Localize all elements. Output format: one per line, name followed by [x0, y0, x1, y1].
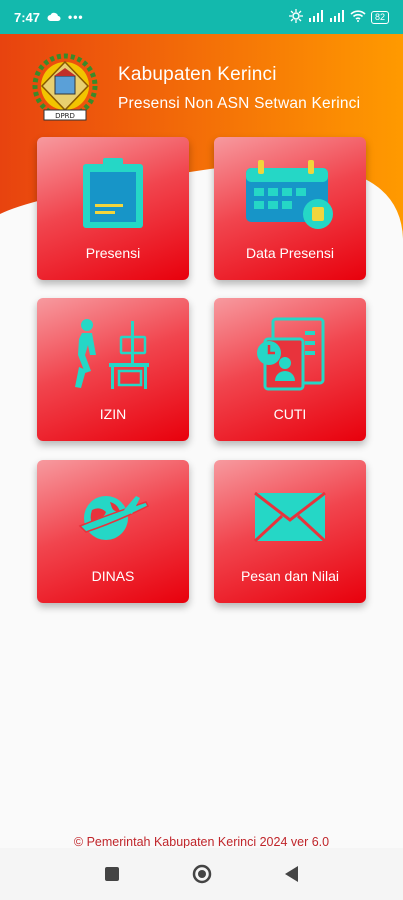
- tile-label-pesan-dan-nilai: Pesan dan Nilai: [240, 568, 340, 584]
- signal-icon-2: [329, 9, 345, 25]
- tile-label-dinas: DINAS: [91, 568, 135, 584]
- home-icon: [192, 864, 211, 884]
- network-activity-icon: [288, 8, 303, 26]
- home-button[interactable]: [157, 848, 247, 900]
- signal-icon: [308, 9, 324, 25]
- walking-person-desk-icon: [37, 316, 189, 394]
- menu-tile-cuti[interactable]: CUTI: [214, 298, 366, 441]
- cloud-icon: [47, 10, 61, 25]
- back-button[interactable]: [247, 848, 337, 900]
- wifi-icon: [350, 9, 366, 25]
- recents-icon: [104, 867, 119, 881]
- status-right: 82: [288, 8, 389, 26]
- dprd-logo: DPRD: [30, 52, 100, 126]
- tile-label-cuti: CUTI: [273, 406, 307, 422]
- clipboard-icon: [37, 155, 189, 233]
- menu-tile-presensi[interactable]: Presensi: [37, 137, 189, 280]
- tile-label-izin: IZIN: [99, 406, 127, 422]
- status-left: 7:47 •••: [14, 10, 84, 25]
- back-icon: [284, 866, 298, 882]
- envelope-icon: [214, 478, 366, 556]
- menu-tile-pesan-dan-nilai[interactable]: Pesan dan Nilai: [214, 460, 366, 603]
- navigation-bar: [0, 848, 403, 900]
- plane-globe-icon: [37, 478, 189, 556]
- menu-tile-izin[interactable]: IZIN: [37, 298, 189, 441]
- footer-copyright: © Pemerintah Kabupaten Kerinci 2024 ver …: [73, 835, 330, 849]
- app-subtitle: Presensi Non ASN Setwan Kerinci: [118, 95, 361, 112]
- tile-label-presensi: Presensi: [85, 245, 141, 261]
- leave-document-icon: [214, 316, 366, 394]
- status-time: 7:47: [14, 9, 41, 25]
- recents-button[interactable]: [67, 848, 157, 900]
- app-title: Kabupaten Kerinci: [118, 64, 277, 85]
- battery-icon: 82: [370, 10, 389, 24]
- svg-text:DPRD: DPRD: [55, 112, 75, 120]
- status-bar: 7:47 ••• 82: [0, 0, 403, 34]
- calendar-icon: [214, 155, 366, 233]
- menu-tile-data-presensi[interactable]: Data Presensi: [214, 137, 366, 280]
- more-notifications-icon: •••: [68, 10, 84, 24]
- tile-label-data-presensi: Data Presensi: [246, 245, 334, 261]
- menu-tile-dinas[interactable]: DINAS: [37, 460, 189, 603]
